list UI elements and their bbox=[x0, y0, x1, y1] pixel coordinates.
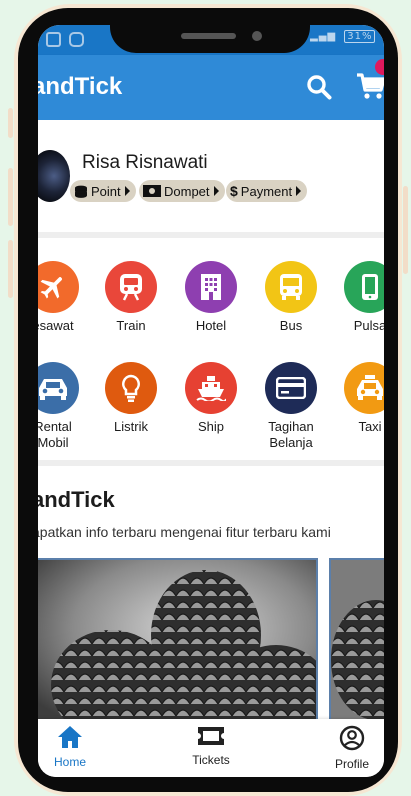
card-icon bbox=[265, 362, 317, 414]
plane-icon bbox=[38, 261, 79, 313]
home-icon bbox=[58, 726, 82, 748]
dompet-chip[interactable]: Dompet bbox=[139, 180, 225, 202]
service-tagihan-belanja[interactable]: Tagihan Belanja bbox=[251, 362, 331, 451]
section-divider bbox=[38, 232, 384, 238]
section-divider bbox=[38, 460, 384, 466]
service-train[interactable]: Train bbox=[91, 261, 171, 334]
nav-tickets[interactable]: Tickets bbox=[166, 725, 256, 767]
instagram-icon bbox=[69, 32, 84, 47]
phone-side-button bbox=[8, 240, 13, 298]
service-label: Ship bbox=[197, 419, 225, 434]
phone-side-button bbox=[8, 168, 13, 226]
cart-icon[interactable] bbox=[356, 71, 384, 101]
service-pulsa[interactable]: Pulsa bbox=[330, 261, 384, 334]
point-chip[interactable]: Point bbox=[70, 180, 136, 202]
news-card[interactable] bbox=[38, 558, 318, 728]
bus-icon bbox=[265, 261, 317, 313]
service-label: Tagihan Belanja bbox=[268, 419, 314, 450]
bulb-icon bbox=[105, 362, 157, 414]
nav-profile[interactable]: Profile bbox=[307, 725, 384, 771]
service-label: Listrik bbox=[114, 419, 148, 434]
service-label: Hotel bbox=[195, 318, 227, 333]
pinecone-image bbox=[331, 560, 384, 726]
bottom-nav: Home Tickets Profile bbox=[38, 719, 384, 777]
user-name: Risa Risnawati bbox=[82, 152, 208, 173]
hotel-icon bbox=[185, 261, 237, 313]
phone-notch bbox=[110, 8, 310, 53]
nav-home[interactable]: Home bbox=[38, 725, 115, 769]
service-label: Train bbox=[116, 318, 146, 333]
dollar-icon: $ bbox=[230, 183, 238, 199]
status-indicators: ▂▄▆ 31% bbox=[310, 30, 376, 43]
taxi-icon bbox=[344, 362, 384, 414]
point-chip-label: Point bbox=[91, 183, 121, 199]
payment-chip-label: Payment bbox=[240, 183, 293, 199]
caret-right-icon bbox=[213, 186, 219, 196]
search-icon[interactable] bbox=[306, 74, 332, 100]
service-label: Bus bbox=[279, 318, 303, 333]
dompet-chip-label: Dompet bbox=[164, 183, 210, 199]
service-listrik[interactable]: Listrik bbox=[91, 362, 171, 435]
news-subtitle: apatkan info terbaru mengenai fitur terb… bbox=[38, 524, 331, 540]
news-title: andTick bbox=[38, 487, 115, 512]
pinecone-image bbox=[38, 560, 316, 726]
phone-speaker bbox=[181, 33, 236, 39]
phone-side-button bbox=[403, 186, 408, 274]
payment-chip[interactable]: $ Payment bbox=[226, 180, 308, 202]
app-title: andTick bbox=[38, 73, 123, 100]
nav-label: Home bbox=[53, 755, 86, 769]
service-label: esawat bbox=[38, 318, 74, 333]
profile-section: Risa Risnawati Point Dompet $ Payment bbox=[38, 120, 384, 232]
service-taxi[interactable]: Taxi bbox=[330, 362, 384, 435]
service-rental-mobil[interactable]: Rental Mobil bbox=[38, 362, 93, 451]
news-card[interactable] bbox=[329, 558, 384, 728]
service-pesawat[interactable]: esawat bbox=[38, 261, 93, 334]
money-icon bbox=[143, 185, 161, 197]
gallery-icon bbox=[46, 32, 61, 47]
service-ship[interactable]: Ship bbox=[171, 362, 251, 435]
train-icon bbox=[105, 261, 157, 313]
avatar[interactable] bbox=[38, 150, 70, 202]
service-bus[interactable]: Bus bbox=[251, 261, 331, 334]
car-icon bbox=[38, 362, 79, 414]
cart-badge bbox=[375, 59, 384, 75]
coins-icon bbox=[75, 185, 87, 198]
app-bar: andTick bbox=[38, 55, 384, 120]
app-screen: ▂▄▆ 31% andTick Risa Risnawati Point Dom… bbox=[38, 25, 384, 777]
service-label: Rental Mobil bbox=[38, 419, 72, 450]
profile-icon bbox=[339, 725, 365, 751]
caret-right-icon bbox=[296, 186, 302, 196]
nav-label: Tickets bbox=[192, 753, 230, 767]
ship-icon bbox=[185, 362, 237, 414]
nav-label: Profile bbox=[334, 757, 369, 771]
battery-indicator: 31% bbox=[344, 30, 376, 43]
phone-side-button bbox=[8, 108, 13, 138]
service-hotel[interactable]: Hotel bbox=[171, 261, 251, 334]
service-label: Pulsa bbox=[353, 318, 384, 333]
service-label: Taxi bbox=[358, 419, 382, 434]
caret-right-icon bbox=[124, 186, 130, 196]
phone-icon bbox=[344, 261, 384, 313]
ticket-icon bbox=[198, 727, 224, 745]
phone-camera bbox=[252, 31, 262, 41]
